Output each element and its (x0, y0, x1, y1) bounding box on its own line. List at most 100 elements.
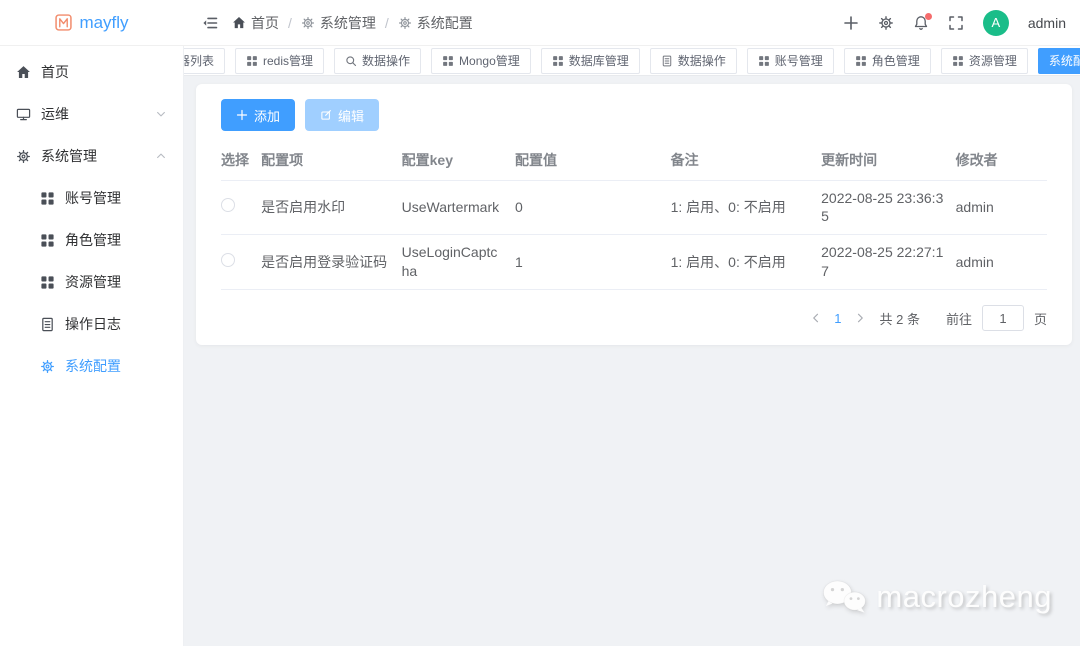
table-row: 是否启用登录验证码 UseLoginCaptcha 1 1: 启用、0: 不启用… (221, 235, 1047, 290)
gear-icon[interactable] (878, 15, 894, 31)
document-icon (661, 55, 673, 67)
system-config-card: 添加 编辑 选择配置项配置key配置值备注更新时间修改者 是否启用水印 UseW… (196, 84, 1072, 345)
document-icon (40, 317, 55, 332)
tab-4[interactable]: 数据库管理 (541, 48, 640, 74)
cell-remark: 1: 启用、0: 不启用 (671, 180, 822, 235)
header-main: 首页 / 系统管理 / 系统配置 A admin (184, 0, 1080, 45)
logo[interactable]: mayfly (0, 0, 184, 45)
cell-config-name: 是否启用水印 (261, 180, 402, 235)
tab-label: 器列表 (184, 52, 214, 69)
app-header: mayfly 首页 / 系统管理 / 系统配置 A admin (0, 0, 1080, 46)
tab-6[interactable]: 账号管理 (747, 48, 834, 74)
cell-config-value: 0 (515, 180, 671, 235)
tab-label: 账号管理 (775, 52, 823, 69)
cell-remark: 1: 启用、0: 不启用 (671, 235, 822, 290)
tab-1[interactable]: redis管理 (235, 48, 324, 74)
sidebar: 首页运维系统管理账号管理角色管理资源管理操作日志系统配置 (0, 46, 184, 646)
goto-page-input[interactable] (982, 305, 1024, 331)
fullscreen-icon[interactable] (948, 15, 964, 31)
cell-config-key: UseWartermark (402, 180, 515, 235)
column-header: 更新时间 (821, 140, 955, 180)
chevdown-icon (155, 108, 167, 120)
sidebar-item-1[interactable]: 运维 (0, 93, 183, 135)
mayfly-logo-icon (55, 14, 72, 31)
grid-icon (758, 55, 770, 67)
sidebar-item-3[interactable]: 账号管理 (0, 177, 183, 219)
cell-modifier: admin (956, 180, 1047, 235)
breadcrumb-item-2[interactable]: 系统配置 (398, 13, 473, 33)
watermark: macrozheng (821, 574, 1052, 620)
sidebar-item-7[interactable]: 系统配置 (0, 345, 183, 387)
config-table: 选择配置项配置key配置值备注更新时间修改者 是否启用水印 UseWarterm… (221, 140, 1047, 290)
cell-config-value: 1 (515, 235, 671, 290)
cell-modifier: admin (956, 235, 1047, 290)
goto-label: 前往 (946, 309, 972, 328)
sidebar-item-4[interactable]: 角色管理 (0, 219, 183, 261)
tab-label: 数据操作 (362, 52, 410, 69)
sidebar-item-2[interactable]: 系统管理 (0, 135, 183, 177)
bell-icon[interactable] (913, 15, 929, 31)
row-radio[interactable] (221, 253, 235, 267)
tab-label: 数据库管理 (569, 52, 629, 69)
breadcrumb-label: 系统配置 (417, 13, 473, 33)
table-row: 是否启用水印 UseWartermark 0 1: 启用、0: 不启用 2022… (221, 180, 1047, 235)
page-suffix: 页 (1034, 309, 1047, 328)
edit-icon (320, 109, 332, 121)
breadcrumb: 首页 / 系统管理 / 系统配置 (232, 13, 473, 33)
column-header: 配置key (402, 140, 515, 180)
wechat-icon (821, 574, 867, 620)
plus-icon[interactable] (843, 15, 859, 31)
monitor-icon (16, 107, 31, 122)
breadcrumb-separator: / (288, 15, 292, 31)
logo-text: mayfly (79, 13, 128, 33)
tab-7[interactable]: 角色管理 (844, 48, 931, 74)
fold-menu-icon[interactable] (202, 15, 218, 31)
sidebar-item-label: 系统配置 (65, 356, 121, 376)
tab-5[interactable]: 数据操作 (650, 48, 737, 74)
search-icon (345, 55, 357, 67)
avatar[interactable]: A (983, 10, 1009, 36)
username[interactable]: admin (1028, 15, 1066, 31)
tab-label: Mongo管理 (459, 52, 520, 69)
notification-dot (925, 13, 932, 20)
tab-label: 系统配置 (1049, 52, 1080, 69)
grid-icon (40, 275, 55, 290)
tab-bar: 器列表 redis管理 数据操作 Mongo管理 数据库管理 数据操作 账号管理 角色管理 资源… (184, 46, 1080, 76)
tab-label: 资源管理 (969, 52, 1017, 69)
tab-0[interactable]: 器列表 (184, 48, 225, 74)
row-radio[interactable] (221, 198, 235, 212)
table-header-row: 选择配置项配置key配置值备注更新时间修改者 (221, 140, 1047, 180)
tab-label: 数据操作 (678, 52, 726, 69)
gear-icon (398, 16, 412, 30)
breadcrumb-separator: / (385, 15, 389, 31)
home-icon (232, 16, 246, 30)
pagination: 1 共 2 条 前往 页 (221, 305, 1047, 331)
tab-9[interactable]: 系统配置 (1038, 48, 1080, 74)
sidebar-item-label: 运维 (41, 104, 69, 124)
next-page-button[interactable] (854, 312, 866, 324)
grid-icon (855, 55, 867, 67)
prev-page-button[interactable] (810, 312, 822, 324)
breadcrumb-item-1[interactable]: 系统管理 (301, 13, 376, 33)
edit-button[interactable]: 编辑 (305, 99, 379, 131)
sidebar-item-0[interactable]: 首页 (0, 51, 183, 93)
add-button[interactable]: 添加 (221, 99, 295, 131)
tab-2[interactable]: 数据操作 (334, 48, 421, 74)
total-count: 共 2 条 (880, 309, 920, 328)
grid-icon (952, 55, 964, 67)
sidebar-item-6[interactable]: 操作日志 (0, 303, 183, 345)
sidebar-item-5[interactable]: 资源管理 (0, 261, 183, 303)
sidebar-item-label: 首页 (41, 62, 69, 82)
column-header: 备注 (671, 140, 822, 180)
column-header: 配置值 (515, 140, 671, 180)
tab-3[interactable]: Mongo管理 (431, 48, 531, 74)
add-button-label: 添加 (254, 106, 280, 125)
tab-8[interactable]: 资源管理 (941, 48, 1028, 74)
column-header: 配置项 (261, 140, 402, 180)
cell-config-key: UseLoginCaptcha (402, 235, 515, 290)
current-page[interactable]: 1 (832, 311, 843, 326)
breadcrumb-item-0[interactable]: 首页 (232, 13, 279, 33)
plus-icon (236, 109, 248, 121)
breadcrumb-label: 系统管理 (320, 13, 376, 33)
grid-icon (442, 55, 454, 67)
